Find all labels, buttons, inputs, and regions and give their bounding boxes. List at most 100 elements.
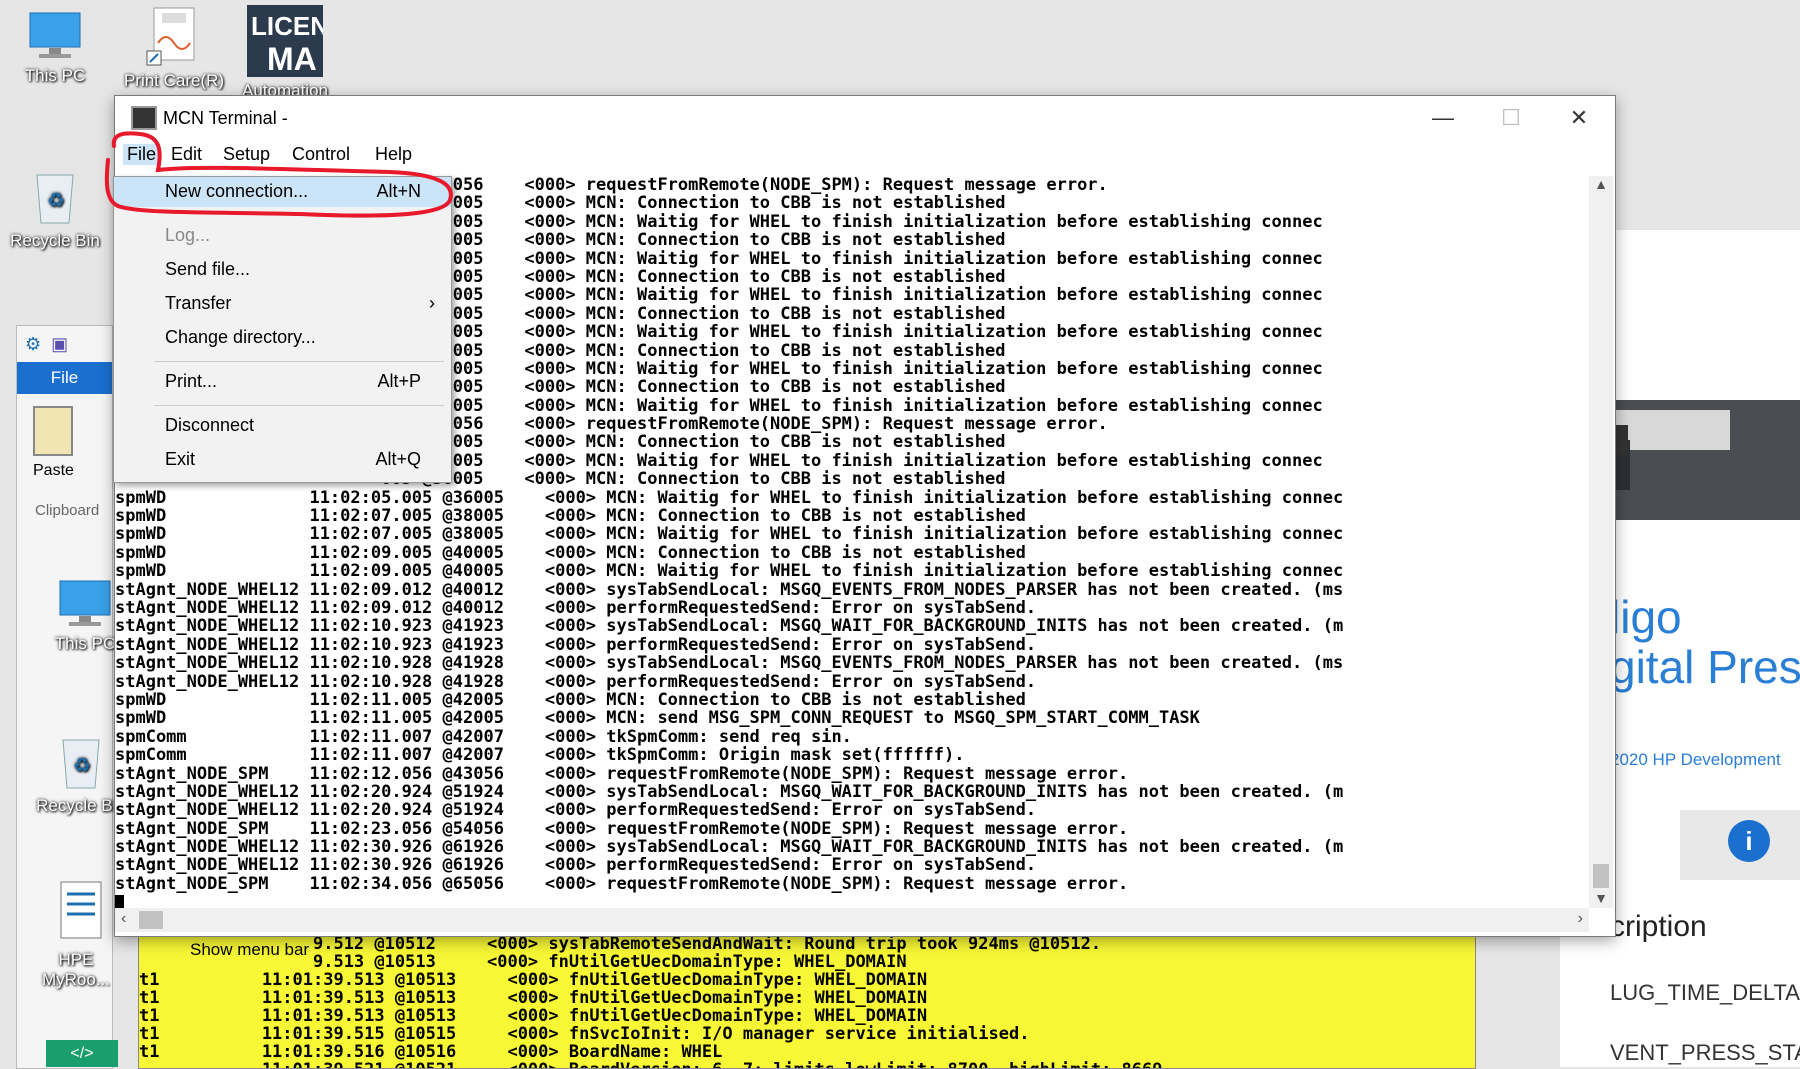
- scroll-up-icon[interactable]: ▲: [1589, 176, 1613, 192]
- clipboard-label: Clipboard: [35, 502, 100, 519]
- menu-help[interactable]: Help: [375, 144, 412, 165]
- menu-separator: [154, 405, 444, 406]
- svg-text:♻: ♻: [73, 755, 91, 777]
- computer-icon: [55, 578, 115, 630]
- terminal-line: stAgnt_NODE_WHEL12 11:02:20.924 @51924 <…: [115, 781, 1344, 802]
- window-title: MCN Terminal -: [163, 108, 288, 128]
- desktop-icon-label: Print Care(R): [123, 71, 225, 90]
- terminal-line: stAgnt_NODE_WHEL12 11:02:10.923 @41923 <…: [115, 616, 1344, 637]
- show-menu-bar-item[interactable]: Show menu bar: [190, 940, 309, 960]
- menu-item-send-file[interactable]: Send file...: [114, 255, 451, 285]
- terminal-line: spmWD 11:02:05.005 @36005 <000> MCN: Wai…: [115, 487, 1344, 508]
- terminal-line: spmWD 11:02:09.005 @40005 <000> MCN: Con…: [115, 542, 1026, 563]
- save-icon[interactable]: ▣: [51, 334, 68, 355]
- console-line: t1 11:01:39.515 @10515 <000> fnSvcIoInit…: [139, 1024, 1030, 1044]
- desktop-icon-recycle-bin[interactable]: ♻ Recycle Bin: [0, 165, 110, 251]
- console-line: t1 11:01:39.513 @10513 <000> fnUtilGetUe…: [139, 970, 928, 990]
- computer-icon: [25, 10, 85, 62]
- license-manager-icon: LICEN MA: [247, 5, 323, 77]
- settings-icon: ⚙: [25, 333, 42, 354]
- terminal-line: spmComm 11:02:11.007 @42007 <000> tkSpmC…: [115, 745, 965, 766]
- terminal-line: stAgnt_NODE_WHEL12 11:02:10.923 @41923 <…: [115, 634, 1037, 655]
- desktop-icon-this-pc[interactable]: This PC: [0, 10, 110, 86]
- menu-control[interactable]: Control: [292, 144, 350, 165]
- text-cursor: [115, 895, 124, 908]
- recycle-bin-icon: ♻: [55, 730, 107, 792]
- terminal-line: stAgnt_NODE_WHEL12 11:02:09.012 @40012 <…: [115, 579, 1344, 600]
- maximize-button[interactable]: ☐: [1477, 96, 1545, 140]
- menu-item-exit[interactable]: Exit Alt+Q: [114, 445, 451, 475]
- menu-item-print[interactable]: Print... Alt+P: [114, 367, 451, 397]
- desktop-icon-automation[interactable]: LICEN MA Automation: [230, 5, 340, 101]
- terminal-line: stAgnt_NODE_WHEL12 11:02:10.928 @41928 <…: [115, 671, 1037, 692]
- terminal-line: spmWD 11:02:09.005 @40005 <000> MCN: Wai…: [115, 561, 1344, 582]
- brand-text: ligo: [1610, 591, 1682, 643]
- paste-label[interactable]: Paste: [33, 462, 112, 480]
- title-bar[interactable]: MCN Terminal - — ☐ ✕: [115, 96, 1615, 140]
- terminal-line: spmComm 11:02:11.007 @42007 <000> tkSpmC…: [115, 726, 852, 747]
- console-line: 9.512 @10512 <000> sysTabRemoteSendAndWa…: [139, 934, 1102, 954]
- logo-text: LICEN: [251, 11, 323, 41]
- explorer-toolbar: ⚙ ▣: [17, 326, 112, 362]
- terminal-line: spmWD 11:02:11.005 @42005 <000> MCN: sen…: [115, 708, 1200, 729]
- paste-icon[interactable]: [33, 406, 73, 456]
- horizontal-scrollbar[interactable]: ‹ ›: [115, 908, 1589, 932]
- info-icon[interactable]: i: [1728, 820, 1770, 862]
- copyright-text: 2020 HP Development: [1610, 750, 1781, 769]
- scroll-left-icon[interactable]: ‹: [121, 910, 126, 928]
- taskbar-app-icon[interactable]: </>: [46, 1040, 118, 1067]
- menu-bar: File Edit Setup Control Help: [115, 140, 1615, 170]
- document-icon: [57, 880, 105, 946]
- recycle-bin-icon: ♻: [29, 165, 81, 227]
- desktop-icon-label: HPE MyRoo...: [41, 950, 111, 989]
- background-console-window: 9.512 @10512 <000> sysTabRemoteSendAndWa…: [138, 934, 1476, 1069]
- menu-item-log[interactable]: Log...: [114, 221, 451, 251]
- terminal-line: stAgnt_NODE_WHEL12 11:02:20.924 @51924 <…: [115, 800, 1037, 821]
- scroll-thumb[interactable]: [139, 911, 163, 929]
- menu-file[interactable]: File: [123, 144, 161, 165]
- scroll-right-icon[interactable]: ›: [1578, 910, 1583, 928]
- desktop-icon-print-care[interactable]: Print Care(R): [119, 5, 229, 91]
- console-line: t1 11:01:39.516 @10516 <000> BoardName: …: [139, 1042, 723, 1062]
- menu-item-change-directory[interactable]: Change directory...: [114, 323, 451, 353]
- console-line: t1 11:01:39.513 @10513 <000> fnUtilGetUe…: [139, 988, 928, 1008]
- menu-item-transfer[interactable]: Transfer ›: [114, 289, 451, 319]
- svg-text:♻: ♻: [47, 190, 65, 212]
- menu-separator: [154, 361, 444, 362]
- scroll-down-icon[interactable]: ▼: [1589, 890, 1613, 906]
- vertical-scrollbar[interactable]: ▲ ▼: [1589, 176, 1613, 908]
- terminal-app-icon: [131, 106, 157, 130]
- menu-setup[interactable]: Setup: [223, 144, 270, 165]
- brand-text-2: gital Press: [1610, 641, 1800, 693]
- terminal-line: stAgnt_NODE_SPM 11:02:12.056 @43056 <000…: [115, 763, 1129, 784]
- terminal-line: spmWD 11:02:07.005 @38005 <000> MCN: Con…: [115, 506, 1026, 527]
- console-line: t1 11:01:39.513 @10513 <000> fnUtilGetUe…: [139, 1006, 928, 1026]
- console-output: 9.512 @10512 <000> sysTabRemoteSendAndWa…: [139, 934, 1475, 1068]
- console-line: 11:01:39.521 @10521 <000> BoardVersion: …: [139, 1061, 1475, 1068]
- desktop-icon-label: Recycle Bin: [10, 231, 100, 250]
- close-button[interactable]: ✕: [1545, 96, 1613, 140]
- terminal-line: stAgnt_NODE_SPM 11:02:23.056 @54056 <000…: [115, 818, 1129, 839]
- table-row: LUG_TIME_DELTA: [1610, 980, 1800, 1005]
- terminal-line: stAgnt_NODE_WHEL12 11:02:10.928 @41928 <…: [115, 653, 1344, 674]
- terminal-line: stAgnt_NODE_WHEL12 11:02:30.926 @61926 <…: [115, 855, 1037, 876]
- print-care-icon: [144, 5, 204, 67]
- file-dropdown-menu: New connection... Alt+N Log... Send file…: [113, 176, 452, 483]
- terminal-line: stAgnt_NODE_SPM 11:02:34.056 @65056 <000…: [115, 873, 1129, 894]
- minimize-button[interactable]: —: [1409, 96, 1477, 140]
- menu-item-disconnect[interactable]: Disconnect: [114, 411, 451, 441]
- terminal-line: spmWD 11:02:11.005 @42005 <000> MCN: Con…: [115, 689, 1026, 710]
- scroll-thumb[interactable]: [1593, 864, 1609, 888]
- menu-item-new-connection[interactable]: New connection... Alt+N: [114, 177, 451, 207]
- desktop-icon-label: This PC: [24, 66, 86, 85]
- terminal-line: spmWD 11:02:07.005 @38005 <000> MCN: Wai…: [115, 524, 1344, 545]
- table-row: VENT_PRESS_STARTE: [1610, 1040, 1800, 1065]
- explorer-file-tab[interactable]: File: [17, 362, 112, 394]
- description-header: cription: [1610, 910, 1707, 943]
- terminal-line: stAgnt_NODE_WHEL12 11:02:30.926 @61926 <…: [115, 837, 1344, 858]
- chevron-right-icon: ›: [429, 293, 435, 313]
- menu-edit[interactable]: Edit: [171, 144, 202, 165]
- logo-text-2: MA: [267, 41, 317, 77]
- terminal-line: stAgnt_NODE_WHEL12 11:02:09.012 @40012 <…: [115, 597, 1037, 618]
- console-line: 9.513 @10513 <000> fnUtilGetUecDomainTyp…: [139, 952, 907, 972]
